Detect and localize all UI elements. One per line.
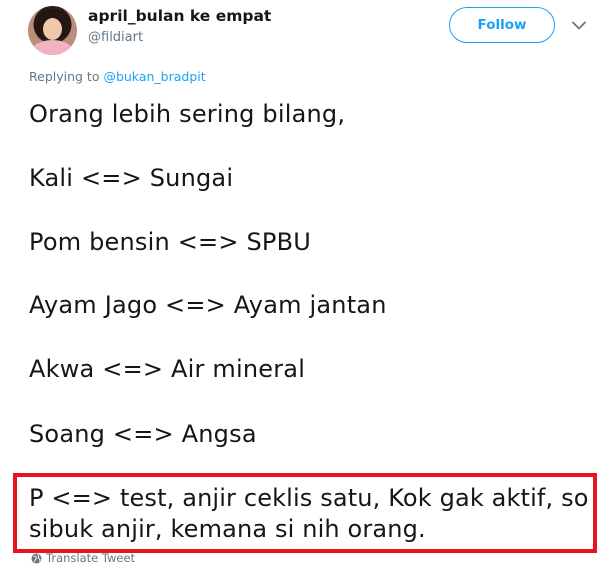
tweet-text-line: Akwa <=> Air mineral <box>29 355 306 383</box>
author-handle[interactable]: @fildiart <box>88 30 143 45</box>
avatar[interactable] <box>28 6 77 55</box>
tweet-text-line: Soang <=> Angsa <box>29 420 257 448</box>
replying-to-prefix: Replying to <box>29 69 104 84</box>
follow-button[interactable]: Follow <box>449 7 555 43</box>
translate-tweet-link[interactable]: Translate Tweet <box>31 551 135 565</box>
chevron-down-icon[interactable] <box>568 14 590 36</box>
replying-to: Replying to @bukan_bradpit <box>29 69 206 84</box>
globe-icon <box>31 553 42 564</box>
translate-label: Translate Tweet <box>46 551 136 565</box>
mention-link[interactable]: @bukan_bradpit <box>103 69 205 84</box>
tweet-text-line: Orang lebih sering bilang, <box>29 100 346 128</box>
tweet-text-line: Ayam Jago <=> Ayam jantan <box>29 291 387 319</box>
highlighted-text-line: P <=> test, anjir ceklis satu, Kok gak a… <box>29 484 589 512</box>
tweet-text-line: Kali <=> Sungai <box>29 164 234 192</box>
tweet-text-line: Pom bensin <=> SPBU <box>29 228 312 256</box>
author-display-name[interactable]: april_bulan ke empat <box>88 7 271 25</box>
avatar-face <box>43 18 62 40</box>
highlighted-text-line: sibuk anjir, kemana si nih orang. <box>29 515 426 543</box>
avatar-shirt <box>32 40 73 55</box>
